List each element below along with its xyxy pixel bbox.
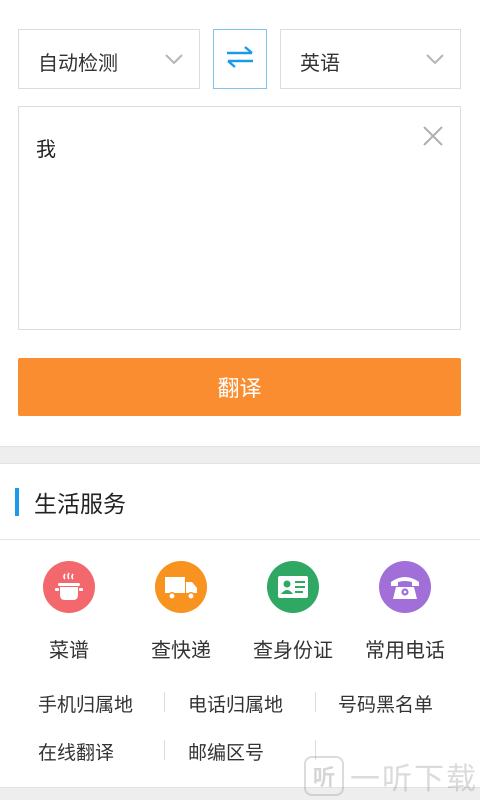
- service-label: 菜谱: [49, 638, 89, 662]
- input-textarea[interactable]: 我: [18, 106, 461, 330]
- link-landline-location[interactable]: 电话归属地: [188, 690, 283, 717]
- service-label: 查快递: [151, 638, 211, 662]
- service-label: 查身份证: [253, 638, 333, 662]
- link-online-translate[interactable]: 在线翻译: [38, 738, 114, 765]
- service-recipes[interactable]: 菜谱: [13, 561, 125, 663]
- watermark-text: 一听下载: [350, 762, 478, 797]
- watermark-logo-icon: 听: [304, 756, 344, 796]
- section-divider: [0, 446, 480, 464]
- life-services-section: 生活服务 菜谱 查快递 查身份证 常用电话 手机归属地 电话归属地 号码黑名单 …: [0, 464, 480, 800]
- link-separator: [164, 740, 165, 760]
- section-title: 生活服务: [34, 492, 126, 518]
- link-separator: [315, 692, 316, 712]
- target-language-select[interactable]: 英语: [280, 29, 461, 89]
- translate-button[interactable]: 翻译: [18, 358, 461, 416]
- swap-languages-button[interactable]: [213, 29, 267, 89]
- clear-input-button[interactable]: [421, 124, 445, 152]
- service-phone[interactable]: 常用电话: [349, 561, 461, 663]
- service-express[interactable]: 查快递: [125, 561, 237, 663]
- source-language-select[interactable]: 自动检测: [18, 29, 200, 89]
- telephone-icon: [379, 561, 431, 613]
- id-card-icon: [267, 561, 319, 613]
- close-icon: [423, 126, 443, 146]
- service-label: 常用电话: [365, 638, 445, 662]
- chevron-down-icon: [163, 48, 185, 74]
- link-phone-location[interactable]: 手机归属地: [38, 690, 133, 717]
- link-postal-code[interactable]: 邮编区号: [188, 738, 264, 765]
- watermark: 听 一听下载: [304, 754, 478, 798]
- link-separator: [164, 692, 165, 712]
- input-text: 我: [36, 137, 56, 161]
- translator-panel: 自动检测 英语 我 翻译: [0, 0, 480, 446]
- service-id-card[interactable]: 查身份证: [237, 561, 349, 663]
- section-header: 生活服务: [0, 464, 480, 540]
- source-language-label: 自动检测: [38, 51, 118, 75]
- chevron-down-icon: [424, 48, 446, 74]
- cooking-pot-icon: [43, 561, 95, 613]
- link-number-blacklist[interactable]: 号码黑名单: [338, 690, 433, 717]
- target-language-label: 英语: [300, 51, 340, 75]
- section-accent-bar: [15, 488, 19, 516]
- delivery-truck-icon: [155, 561, 207, 613]
- swap-arrows-icon: [224, 44, 256, 74]
